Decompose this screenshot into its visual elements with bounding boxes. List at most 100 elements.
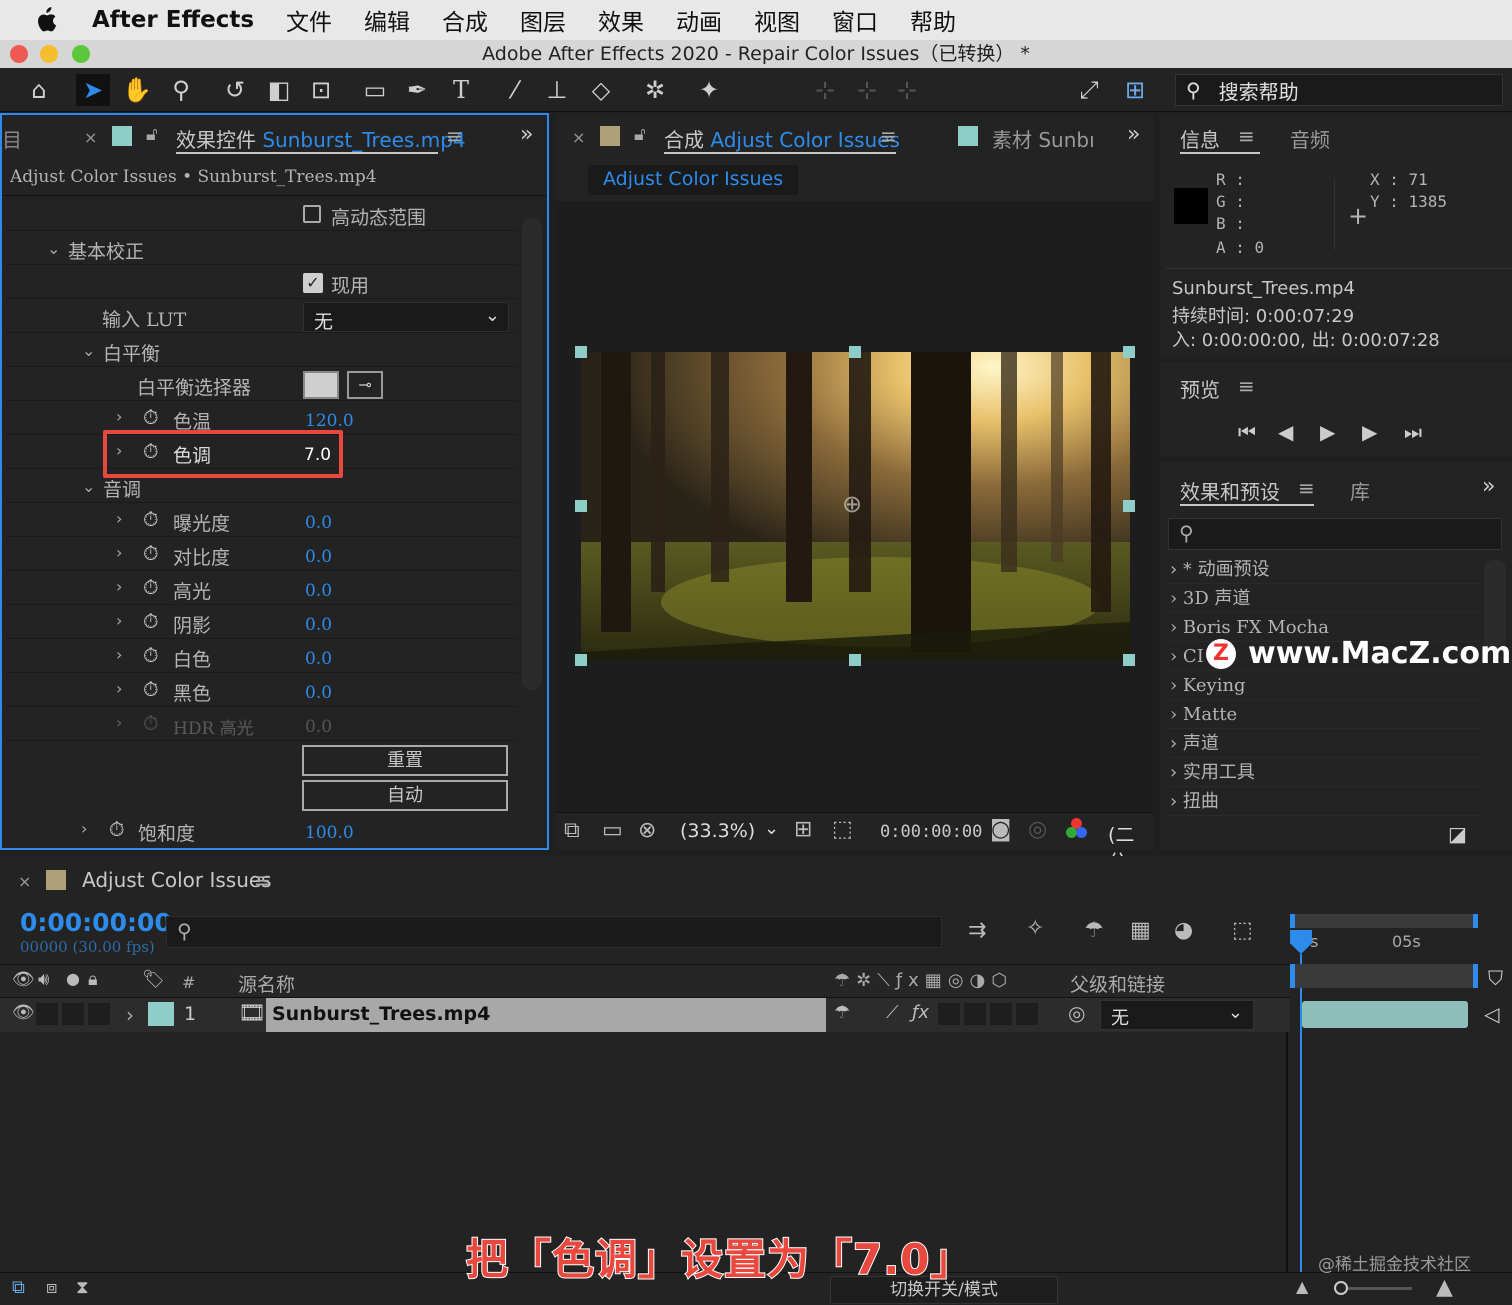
eye-icon[interactable]: 👁︎ xyxy=(12,1002,35,1023)
transform-handle-top-left[interactable] xyxy=(575,346,587,358)
fx-switch-icon[interactable]: ƒx xyxy=(912,1002,929,1023)
enable-checkbox[interactable]: ✓ xyxy=(303,273,323,293)
tab-effect-controls[interactable]: 效果控件 Sunburst_Trees.mp4 xyxy=(176,124,466,153)
menu-composition[interactable]: 合成 xyxy=(442,3,488,37)
camera-tool-icon[interactable]: ◧ xyxy=(262,74,296,106)
chevron-down-icon[interactable]: ⌄ xyxy=(82,477,95,496)
fx-category-matte[interactable]: › Matte xyxy=(1170,700,1480,729)
show-snapshot-icon[interactable]: ◎ xyxy=(1028,817,1047,842)
chevron-right-icon[interactable]: › xyxy=(116,509,122,528)
transform-handle-top[interactable] xyxy=(849,346,861,358)
tab-menu-icon[interactable]: ≡ xyxy=(446,124,463,148)
stretch-icon[interactable]: ⧗ xyxy=(76,1277,89,1298)
next-frame-icon[interactable]: ▶︎ xyxy=(1362,420,1377,444)
label-tag-icon[interactable]: 🏷︎ xyxy=(142,969,165,990)
anchor-point-icon[interactable]: ⊕ xyxy=(842,490,862,518)
pen-tool-icon[interactable]: ✒ xyxy=(400,74,434,106)
menu-help[interactable]: 帮助 xyxy=(910,3,956,37)
always-preview-icon[interactable]: ⧉ xyxy=(564,818,580,843)
work-area-bar[interactable] xyxy=(1290,914,1478,928)
rectangle-tool-icon[interactable]: ▭ xyxy=(358,74,392,106)
stopwatch-icon[interactable]: ⏱︎ xyxy=(143,507,159,531)
lock-icon[interactable]: 🔓︎ xyxy=(634,124,646,145)
fx-category-channel[interactable]: › 声道 xyxy=(1170,729,1480,758)
timeline-search-input[interactable]: ⚲ xyxy=(166,916,942,948)
menu-layer[interactable]: 图层 xyxy=(520,3,566,37)
menu-animation[interactable]: 动画 xyxy=(676,3,722,37)
axis-view-icon[interactable]: ⊹ xyxy=(890,74,924,106)
zoom-tool-icon[interactable]: ⚲ xyxy=(164,74,198,106)
chevron-down-icon[interactable]: ⌄ xyxy=(82,341,95,360)
first-frame-icon[interactable]: ⏮︎ xyxy=(1238,420,1256,444)
saturation-value[interactable]: 100.0 xyxy=(305,823,354,843)
shadows-value[interactable]: 0.0 xyxy=(305,615,332,635)
chevron-down-icon[interactable]: ⌄ xyxy=(764,818,779,839)
close-tab-icon[interactable]: × xyxy=(572,128,585,147)
blacks-value[interactable]: 0.0 xyxy=(305,683,332,703)
brush-tool-icon[interactable]: ⁄ xyxy=(498,74,532,106)
layer-name-cell[interactable]: Sunburst_Trees.mp4 xyxy=(266,998,826,1032)
snap-icon[interactable]: ⤢ xyxy=(1072,74,1106,106)
exposure-value[interactable]: 0.0 xyxy=(305,513,332,533)
layer-label-swatch[interactable] xyxy=(148,1002,174,1026)
adjustment-toggle[interactable] xyxy=(990,1003,1012,1025)
chevron-right-icon[interactable]: › xyxy=(116,407,122,426)
play-icon[interactable]: ▶︎ xyxy=(1320,420,1335,444)
pan-behind-tool-icon[interactable]: ⊡ xyxy=(304,74,338,106)
menu-file[interactable]: 文件 xyxy=(286,3,332,37)
navigator-end-icon[interactable]: ⛉ xyxy=(1488,966,1503,990)
region-of-interest-icon[interactable]: ⊞ xyxy=(794,817,812,842)
tab-footage[interactable]: 素材 Sunbı xyxy=(992,124,1095,153)
fx-category-distort[interactable]: › 扭曲 xyxy=(1170,787,1480,816)
table-row[interactable]: 👁︎ › 1 🎞︎ Sunburst_Trees.mp4 ☂ ⟋ ƒx ◎ 无 … xyxy=(0,998,1290,1032)
shy-switch-icon[interactable]: ☂ xyxy=(834,1002,850,1023)
snapshot-icon[interactable]: ◙ xyxy=(990,817,1011,842)
motion-blur-icon[interactable]: ◕ xyxy=(1174,918,1193,943)
lock-icon[interactable]: 🔓︎ xyxy=(146,124,158,145)
eye-icon[interactable]: 👁︎ xyxy=(12,969,35,990)
zoom-slider-handle[interactable] xyxy=(1334,1281,1348,1295)
parent-dropdown[interactable]: 无 ⌄ xyxy=(1100,1000,1254,1030)
panel-overflow-icon[interactable]: » xyxy=(1127,122,1140,147)
stopwatch-icon[interactable]: ⏱︎ xyxy=(143,609,159,633)
viewer-timecode[interactable]: 0:00:00:00 xyxy=(880,822,982,842)
hdr-checkbox[interactable] xyxy=(303,205,321,223)
tab-audio[interactable]: 音频 xyxy=(1290,124,1330,153)
quality-switch-icon[interactable]: ⟋ xyxy=(886,1002,899,1023)
stopwatch-icon[interactable]: ⏱︎ xyxy=(109,817,125,841)
solo-icon[interactable]: ● xyxy=(66,969,80,988)
home-icon[interactable]: ⌂ xyxy=(22,74,56,106)
effects-search-input[interactable]: ⚲ xyxy=(1168,518,1502,550)
auto-button[interactable]: 自动 xyxy=(302,780,508,811)
zoom-in-icon[interactable]: ▲ xyxy=(1436,1275,1453,1300)
stopwatch-icon[interactable]: ⏱︎ xyxy=(143,575,159,599)
minimize-window-button[interactable] xyxy=(40,45,58,63)
fx-category-animation-presets[interactable]: › * 动画预设 xyxy=(1170,555,1480,584)
shy-layers-icon[interactable]: ☂ xyxy=(1084,918,1104,943)
axis-local-icon[interactable]: ⊹ xyxy=(808,74,842,106)
switches-header-icons[interactable]: ☂✲⟍ƒx▦◎◑⬡ xyxy=(834,970,1013,991)
layer-end-icon[interactable]: ◁ xyxy=(1484,1002,1499,1026)
transform-handle-right[interactable] xyxy=(1123,500,1135,512)
solo-toggle[interactable] xyxy=(62,1003,84,1025)
search-help-field[interactable]: ⚲ 搜索帮助 xyxy=(1175,74,1503,106)
new-folder-icon[interactable]: ◪ xyxy=(1448,822,1467,846)
source-name-header[interactable]: 源名称 xyxy=(238,970,295,997)
transform-handle-left[interactable] xyxy=(575,500,587,512)
zoom-out-icon[interactable]: ▲ xyxy=(1296,1277,1308,1296)
layer-duration-bar[interactable] xyxy=(1302,1001,1468,1028)
graph-editor-icon[interactable]: ⬚ xyxy=(1232,918,1253,943)
tone-row[interactable]: ⌄ 音调 xyxy=(5,470,517,503)
effect-controls-scrollbar[interactable] xyxy=(522,218,542,690)
stopwatch-icon[interactable]: ⏱︎ xyxy=(143,541,159,565)
timeline-timecode[interactable]: 0:00:00:00 xyxy=(20,908,172,937)
contrast-value[interactable]: 0.0 xyxy=(305,547,332,567)
lock-toggle[interactable] xyxy=(88,1003,110,1025)
frame-blend-toggle[interactable] xyxy=(938,1003,960,1025)
menu-view[interactable]: 视图 xyxy=(754,3,800,37)
chevron-right-icon[interactable]: › xyxy=(116,611,122,630)
comp-flowchart-icon[interactable]: ⇉ xyxy=(968,918,986,943)
3d-layer-toggle[interactable] xyxy=(1016,1003,1038,1025)
input-lut-dropdown[interactable]: 无 ⌄ xyxy=(303,302,509,333)
whites-value[interactable]: 0.0 xyxy=(305,649,332,669)
